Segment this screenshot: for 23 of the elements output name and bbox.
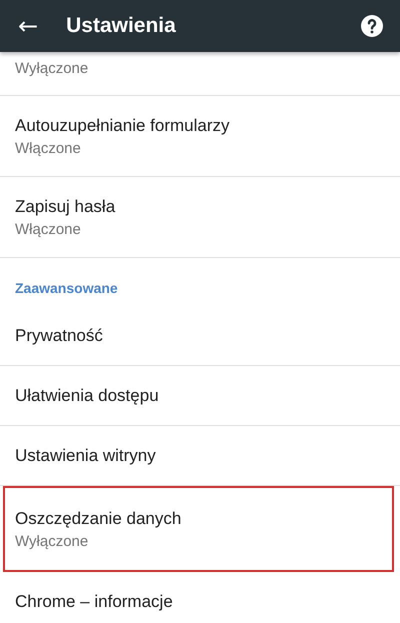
item-title: Zapisuj hasła	[15, 196, 116, 216]
back-button[interactable]: ←	[12, 14, 44, 38]
item-title: Ułatwienia dostępu	[15, 386, 160, 406]
item-status: Włączone	[15, 220, 82, 238]
settings-item[interactable]: Chrome – informacje	[0, 572, 400, 623]
section-header: Zaawansowane	[14, 279, 119, 298]
settings-item[interactable]: Ułatwienia dostępu	[0, 366, 400, 426]
item-title: Chrome – informacje	[15, 592, 174, 612]
item-title: Oszczędzanie danych	[15, 508, 182, 528]
item-title: Autouzupełnianie formularzy	[15, 116, 231, 136]
settings-item[interactable]: Autouzupełnianie formularzy Włączone	[0, 96, 400, 177]
settings-item[interactable]: Wyłączone	[0, 52, 400, 96]
help-icon[interactable]	[360, 14, 384, 38]
settings-item[interactable]: Ustawienia witryny	[0, 426, 400, 486]
item-status: Wyłączone	[15, 532, 90, 550]
item-status: Wyłączone	[15, 60, 90, 77]
settings-item[interactable]: Prywatność	[0, 306, 400, 366]
settings-item[interactable]: Oszczędzanie danych Wyłączone	[3, 486, 394, 572]
item-title: Ustawienia witryny	[15, 446, 157, 466]
item-status: Włączone	[15, 140, 82, 156]
item-title: Prywatność	[15, 326, 104, 346]
screen-title: Ustawienia	[66, 14, 177, 38]
settings-item[interactable]: Zapisuj hasła Włączone	[0, 177, 400, 258]
